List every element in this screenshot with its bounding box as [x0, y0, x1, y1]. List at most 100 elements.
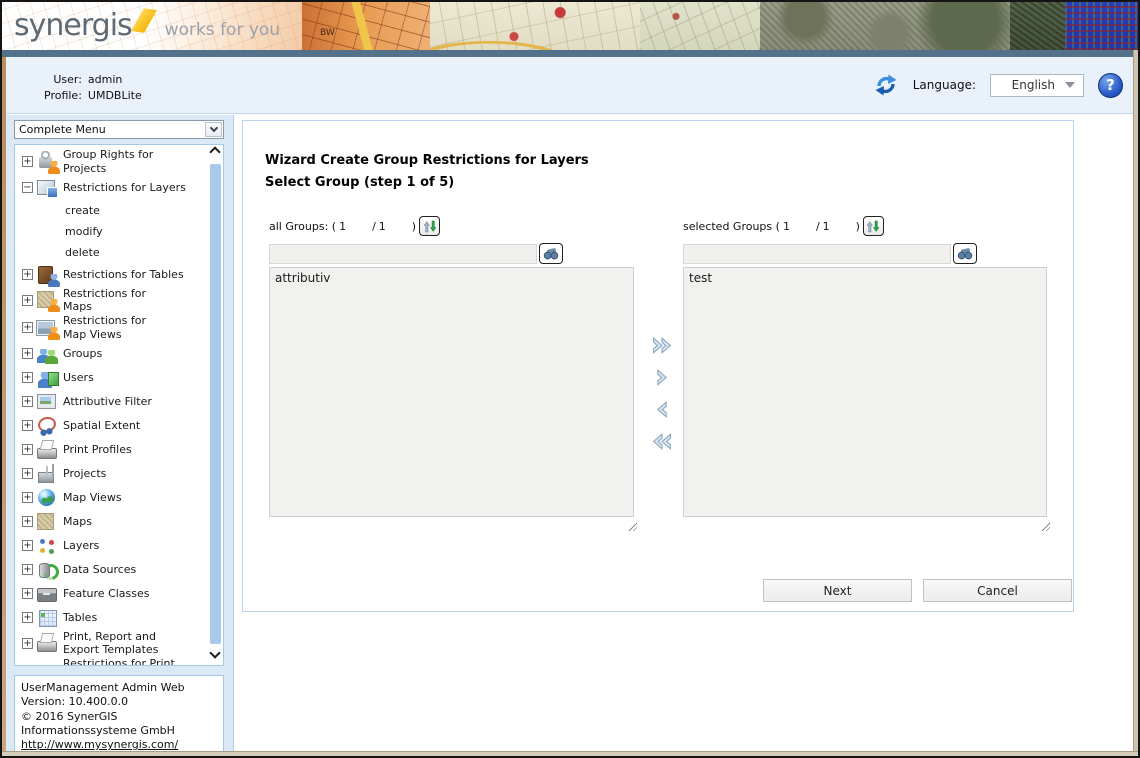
- expand-icon[interactable]: +: [22, 348, 33, 359]
- tree-scrollbar[interactable]: [207, 145, 223, 665]
- expand-icon[interactable]: +: [22, 372, 33, 383]
- tree-item[interactable]: + Print Profiles: [18, 438, 206, 462]
- collapse-icon[interactable]: −: [22, 182, 33, 193]
- selected-groups-search-input[interactable]: [683, 244, 951, 264]
- list-item[interactable]: attributiv: [270, 268, 633, 286]
- tree-item-label[interactable]: Layers: [63, 539, 99, 553]
- scroll-down-icon[interactable]: [209, 647, 220, 658]
- expand-icon[interactable]: +: [22, 322, 33, 333]
- next-button[interactable]: Next: [763, 579, 912, 602]
- list-item[interactable]: test: [684, 268, 1046, 286]
- tree-item-label[interactable]: Data Sources: [63, 563, 136, 577]
- expand-icon[interactable]: +: [22, 588, 33, 599]
- wizard-left-list[interactable]: attributiv: [269, 267, 634, 517]
- tree-item[interactable]: + Restrictions forMap Views: [18, 314, 206, 342]
- tree-subitem-modify[interactable]: modify: [18, 221, 206, 242]
- tree-subitem-delete[interactable]: delete: [18, 242, 206, 263]
- cancel-button[interactable]: Cancel: [923, 579, 1072, 602]
- tree-item[interactable]: + Projects: [18, 462, 206, 486]
- header-divider-bar: [2, 50, 1138, 57]
- tree-item-label[interactable]: Spatial Extent: [63, 419, 140, 433]
- menu-filter-select[interactable]: Complete Menu: [14, 120, 224, 139]
- move-all-left-icon: [650, 431, 674, 452]
- scroll-up-icon[interactable]: [209, 146, 220, 157]
- footer-app-name: UserManagement Admin Web: [21, 681, 217, 695]
- tree-item[interactable]: + Data Sources: [18, 558, 206, 582]
- wizard-right-list[interactable]: test: [683, 267, 1047, 517]
- expand-icon[interactable]: +: [22, 295, 33, 306]
- tree-item-label[interactable]: Print Profiles: [63, 443, 132, 457]
- tree-item[interactable]: + Map Views: [18, 486, 206, 510]
- expand-icon[interactable]: +: [22, 468, 33, 479]
- selected-groups-total-count: 1: [820, 220, 856, 233]
- refresh-button[interactable]: [873, 72, 899, 98]
- tree-item-label[interactable]: Restrictions forMap Views: [63, 314, 146, 342]
- logo-diamond-icon: [131, 8, 157, 33]
- tree-item-label[interactable]: Projects: [63, 467, 106, 481]
- tree-item[interactable]: + Restrictions forMaps: [18, 287, 206, 315]
- tree-item[interactable]: − Restrictions for Layers: [18, 176, 206, 200]
- move-all-left-button[interactable]: [650, 431, 674, 452]
- all-groups-find-button[interactable]: [539, 243, 563, 264]
- selected-groups-find-button[interactable]: [953, 243, 977, 264]
- tree-item[interactable]: + Group Rights for Projects: [18, 148, 206, 176]
- expand-icon[interactable]: +: [22, 156, 33, 167]
- tree-item[interactable]: + Restrictions for Tables: [18, 263, 206, 287]
- tree-item[interactable]: + Tables: [18, 606, 206, 630]
- wizard-panel: Wizard Create Group Restrictions for Lay…: [242, 120, 1074, 612]
- expand-icon[interactable]: +: [22, 638, 33, 649]
- tree-item[interactable]: + Restrictions for Print,Report and Expor…: [18, 657, 206, 666]
- logo: synergis works for you: [2, 2, 302, 50]
- tree-item[interactable]: + Users: [18, 366, 206, 390]
- selected-groups-sort-button[interactable]: [863, 216, 884, 236]
- tree-item-label[interactable]: Attributive Filter: [63, 395, 152, 409]
- tree-item-label[interactable]: Restrictions forMaps: [63, 287, 146, 315]
- tree-item-label[interactable]: Restrictions for Layers: [63, 181, 186, 195]
- tree-item-label[interactable]: Maps: [63, 515, 92, 529]
- expand-icon[interactable]: +: [22, 492, 33, 503]
- expand-icon[interactable]: +: [22, 612, 33, 623]
- expand-icon[interactable]: +: [22, 444, 33, 455]
- scrollbar-thumb[interactable]: [210, 164, 221, 644]
- tree-item-label[interactable]: Group Rights for Projects: [63, 148, 189, 176]
- move-right-button[interactable]: [650, 367, 674, 388]
- sort-arrows-icon: [423, 220, 437, 233]
- tree-item-label[interactable]: Users: [63, 371, 94, 385]
- tree-item-label[interactable]: Restrictions for Tables: [63, 268, 184, 282]
- move-left-button[interactable]: [650, 399, 674, 420]
- layers-icon: [37, 535, 59, 557]
- expand-icon[interactable]: +: [22, 420, 33, 431]
- tree-item[interactable]: + Print, Report andExport Templates: [18, 630, 206, 658]
- help-button[interactable]: ?: [1098, 73, 1123, 98]
- tree-item[interactable]: + Groups: [18, 342, 206, 366]
- tree-item-label[interactable]: Groups: [63, 347, 102, 361]
- tree-item[interactable]: + Spatial Extent: [18, 414, 206, 438]
- expand-icon[interactable]: +: [22, 540, 33, 551]
- tree-item-label[interactable]: Restrictions for Print,Report and Export: [63, 657, 178, 666]
- move-all-right-button[interactable]: [650, 335, 674, 356]
- tree-item[interactable]: + Layers: [18, 534, 206, 558]
- resize-grip-icon[interactable]: [1040, 521, 1050, 531]
- tree-item[interactable]: + Attributive Filter: [18, 390, 206, 414]
- tree-item[interactable]: + Feature Classes: [18, 582, 206, 606]
- tree-item-label[interactable]: Tables: [63, 611, 97, 625]
- expand-icon[interactable]: +: [22, 269, 33, 280]
- restrictions-mapviews-icon: [37, 317, 59, 339]
- select-dropdown-button[interactable]: [205, 122, 222, 137]
- all-groups-sort-button[interactable]: [419, 216, 440, 236]
- move-all-right-icon: [650, 335, 674, 356]
- expand-icon[interactable]: +: [22, 564, 33, 575]
- language-select[interactable]: English: [990, 74, 1084, 97]
- tree-item[interactable]: + Maps: [18, 510, 206, 534]
- map-banner-segment-cadastral: [300, 2, 430, 50]
- resize-grip-icon[interactable]: [627, 521, 637, 531]
- tree-item-label[interactable]: Feature Classes: [63, 587, 150, 601]
- tree-subitem-create[interactable]: create: [18, 200, 206, 221]
- tree-item-label[interactable]: Print, Report andExport Templates: [63, 630, 158, 658]
- expand-icon[interactable]: +: [22, 516, 33, 527]
- tree-item-label[interactable]: Map Views: [63, 491, 122, 505]
- expand-icon[interactable]: +: [22, 396, 33, 407]
- all-groups-search-input[interactable]: [269, 244, 537, 264]
- footer-website-link[interactable]: http://www.mysynergis.com/: [21, 738, 178, 751]
- expand-icon[interactable]: +: [22, 665, 33, 666]
